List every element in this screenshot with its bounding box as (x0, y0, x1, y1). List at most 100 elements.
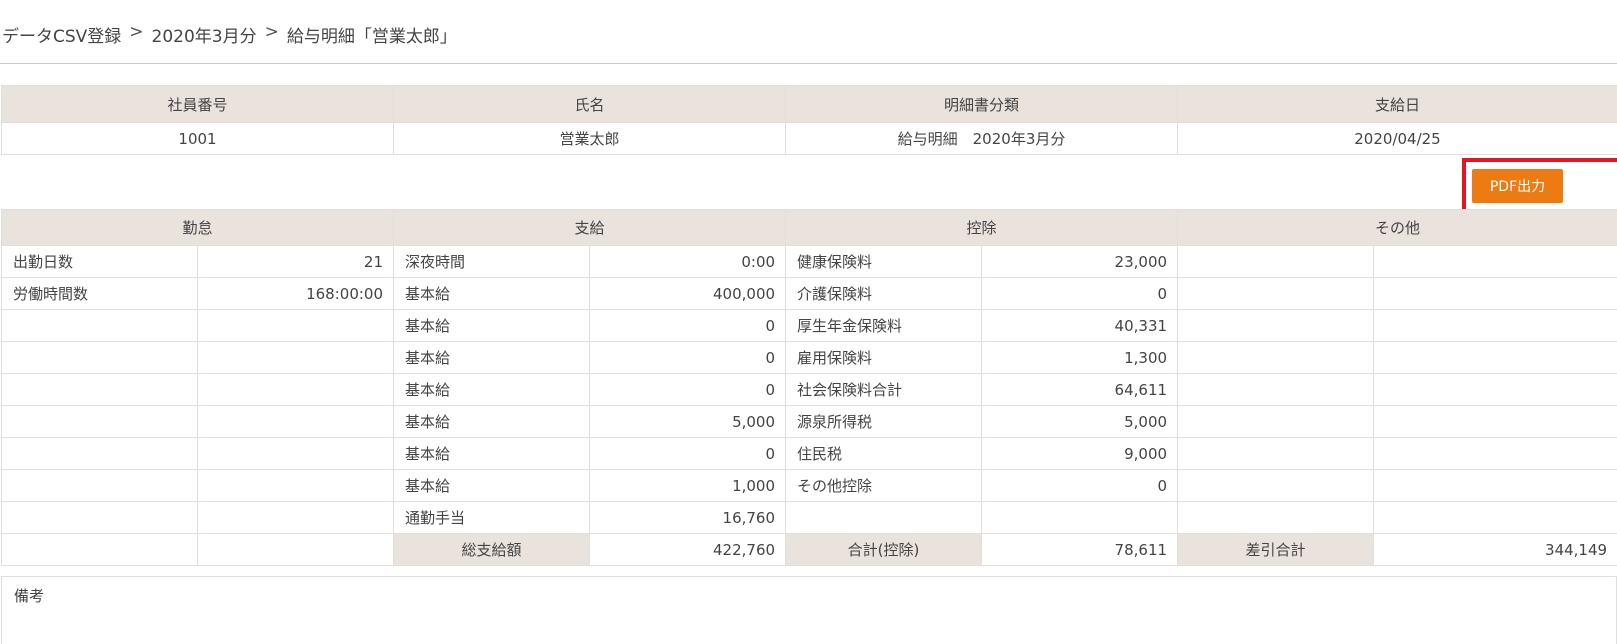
payment-label: 基本給 (393, 405, 591, 438)
info-header-row: 社員番号 氏名 明細書分類 支給日 (1, 85, 1617, 123)
deduction-label: 源泉所得税 (785, 405, 983, 438)
payment-label: 基本給 (393, 437, 591, 470)
other-label (1177, 341, 1375, 374)
payment-label: 基本給 (393, 341, 591, 374)
deduction-value: 40,331 (981, 309, 1179, 342)
table-row: 基本給 1,000 その他控除 0 (1, 469, 1617, 502)
deduction-value: 5,000 (981, 405, 1179, 438)
table-row: 基本給 0 雇用保険料 1,300 (1, 341, 1617, 374)
attendance-value (196, 373, 395, 406)
other-label (1177, 469, 1375, 502)
payment-label: 基本給 (393, 373, 591, 406)
payment-label: 基本給 (393, 309, 591, 342)
header-employee-number: 社員番号 (1, 85, 394, 123)
payment-value: 400,000 (589, 277, 787, 310)
header-payment-date: 支給日 (1177, 85, 1617, 123)
payment-value: 16,760 (589, 501, 787, 534)
deduction-value: 64,611 (981, 373, 1179, 406)
gross-total-value: 422,760 (589, 533, 787, 566)
attendance-value (196, 341, 395, 374)
other-value (1373, 469, 1617, 502)
header-name: 氏名 (393, 85, 786, 123)
deduction-value: 0 (981, 277, 1179, 310)
blank-cell (1, 533, 198, 566)
section-attendance: 勤怠 (0, 209, 395, 246)
other-label (1177, 373, 1375, 406)
attendance-label (1, 437, 198, 470)
attendance-value (196, 437, 395, 470)
table-row: 基本給 5,000 源泉所得税 5,000 (1, 405, 1617, 438)
breadcrumb-data-csv-link[interactable]: データCSV登録 (2, 22, 121, 47)
attendance-value: 168:00:00 (196, 277, 395, 310)
other-value (1373, 309, 1617, 342)
other-label (1177, 245, 1375, 278)
payment-date: 2020/04/25 (1177, 122, 1617, 155)
attendance-value (196, 309, 395, 342)
pdf-export-button[interactable]: PDF出力 (1472, 169, 1563, 203)
employee-number: 1001 (1, 122, 394, 155)
statement-type: 給与明細 2020年3月分 (785, 122, 1178, 155)
attendance-label (1, 501, 198, 534)
table-row: 通勤手当 16,760 (1, 501, 1617, 534)
deduction-value: 23,000 (981, 245, 1179, 278)
other-label (1177, 437, 1375, 470)
other-value (1373, 245, 1617, 278)
attendance-label (1, 469, 198, 502)
deduction-label: 社会保険料合計 (785, 373, 983, 406)
payment-value: 0:00 (589, 245, 787, 278)
payment-value: 0 (589, 437, 787, 470)
attendance-value (196, 469, 395, 502)
payment-value: 5,000 (589, 405, 787, 438)
deduction-value (981, 501, 1179, 534)
remarks-box: 備考 (1, 576, 1617, 644)
attendance-value: 21 (196, 245, 395, 278)
payslip-detail-table: 勤怠 支給 控除 その他 出勤日数 21 深夜時間 0:00 健康保険料 23,000 労働… (0, 209, 1617, 566)
deduction-value: 0 (981, 469, 1179, 502)
payment-label: 通勤手当 (393, 501, 591, 534)
detail-body: 出勤日数 21 深夜時間 0:00 健康保険料 23,000 労働時間数 168:00:00 基… (1, 245, 1617, 534)
other-label (1177, 277, 1375, 310)
attendance-label (1, 309, 198, 342)
other-label (1177, 501, 1375, 534)
deduction-value: 1,300 (981, 341, 1179, 374)
section-other: その他 (1177, 209, 1617, 246)
other-value (1373, 373, 1617, 406)
net-total-label: 差引合計 (1177, 533, 1375, 566)
deduction-total-label: 合計(控除) (785, 533, 983, 566)
table-row: 出勤日数 21 深夜時間 0:00 健康保険料 23,000 (1, 245, 1617, 278)
totals-row: 総支給額 422,760 合計(控除) 78,611 差引合計 344,149 (1, 533, 1617, 566)
info-value-row: 1001 営業太郎 給与明細 2020年3月分 2020/04/25 (1, 122, 1617, 155)
breadcrumb-month-link[interactable]: 2020年3月分 (152, 22, 257, 47)
payment-value: 0 (589, 341, 787, 374)
table-row: 労働時間数 168:00:00 基本給 400,000 介護保険料 0 (1, 277, 1617, 310)
payment-value: 0 (589, 373, 787, 406)
deduction-label: 住民税 (785, 437, 983, 470)
remarks-label: 備考 (14, 587, 45, 605)
attendance-value (196, 501, 395, 534)
section-deduction: 控除 (785, 209, 1179, 246)
other-label (1177, 405, 1375, 438)
other-value (1373, 405, 1617, 438)
table-row: 基本給 0 厚生年金保険料 40,331 (1, 309, 1617, 342)
deduction-label: 厚生年金保険料 (785, 309, 983, 342)
employee-info-table: 社員番号 氏名 明細書分類 支給日 1001 営業太郎 給与明細 2020年3月… (1, 85, 1617, 155)
attendance-label (1, 405, 198, 438)
blank-cell (196, 533, 395, 566)
attendance-label: 労働時間数 (1, 277, 198, 310)
attendance-value (196, 405, 395, 438)
section-payment: 支給 (393, 209, 787, 246)
deduction-label: 介護保険料 (785, 277, 983, 310)
deduction-label: その他控除 (785, 469, 983, 502)
employee-name: 営業太郎 (393, 122, 786, 155)
payment-label: 基本給 (393, 469, 591, 502)
gross-total-label: 総支給額 (393, 533, 591, 566)
header-statement-type: 明細書分類 (785, 85, 1178, 123)
breadcrumb: データCSV登録 > 2020年3月分 > 給与明細「営業太郎」 (2, 22, 457, 47)
attendance-label (1, 341, 198, 374)
other-value (1373, 277, 1617, 310)
table-row: 基本給 0 住民税 9,000 (1, 437, 1617, 470)
section-header-row: 勤怠 支給 控除 その他 (0, 209, 1617, 246)
deduction-label: 雇用保険料 (785, 341, 983, 374)
divider (0, 63, 1617, 64)
payment-label: 基本給 (393, 277, 591, 310)
